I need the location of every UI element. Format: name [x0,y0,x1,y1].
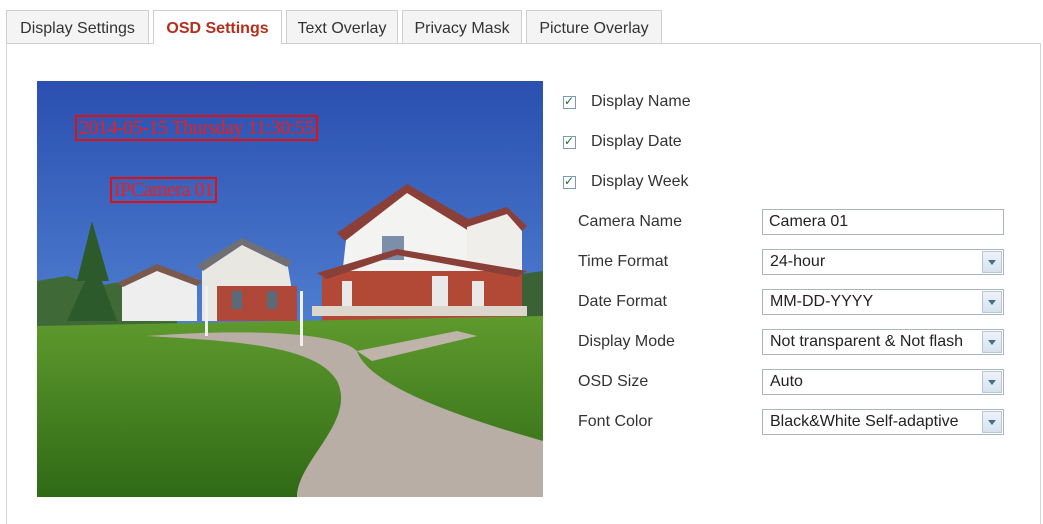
tab-display-settings[interactable]: Display Settings [6,10,149,43]
chevron-down-icon[interactable] [982,371,1002,393]
tab-divider [6,43,153,44]
display-name-option[interactable]: ✓ Display Name [563,91,691,113]
tab-text-overlay[interactable]: Text Overlay [286,10,398,43]
font-color-value: Black&White Self-adaptive [770,413,959,430]
chevron-down-icon[interactable] [982,331,1002,353]
time-format-select[interactable]: 24-hour [762,249,1004,275]
tab-bar: Display Settings OSD Settings Text Overl… [0,0,1043,44]
display-name-checkbox[interactable]: ✓ [563,93,576,109]
time-format-label: Time Format [578,253,669,270]
chevron-down-icon[interactable] [982,411,1002,433]
osd-camera-name-overlay[interactable]: IPCamera 01 [110,177,218,203]
content-frame-border [1040,43,1041,524]
display-name-label: Display Name [591,93,691,110]
preview-scene [37,81,543,497]
osd-size-select[interactable]: Auto [762,369,1004,395]
display-date-checkbox[interactable]: ✓ [563,133,576,149]
time-format-value: 24-hour [770,253,826,270]
osd-size-value: Auto [770,373,803,390]
chevron-down-icon[interactable] [982,251,1002,273]
tab-privacy-mask[interactable]: Privacy Mask [402,10,522,43]
display-mode-label: Display Mode [578,333,675,350]
display-week-label: Display Week [591,173,689,190]
font-color-select[interactable]: Black&White Self-adaptive [762,409,1004,435]
camera-name-label: Camera Name [578,213,683,230]
osd-datetime-overlay[interactable]: 2014-05-15 Thursday 11:30:55 [75,115,318,141]
date-format-value: MM-DD-YYYY [770,293,874,310]
osd-size-label: OSD Size [578,373,649,390]
display-date-label: Display Date [591,133,682,150]
date-format-label: Date Format [578,293,667,310]
chevron-down-icon[interactable] [982,291,1002,313]
camera-name-input[interactable] [762,209,1004,235]
checkmark-icon: ✓ [564,173,575,188]
checkmark-icon: ✓ [564,93,575,108]
tab-divider [282,43,1041,44]
video-preview: 2014-05-15 Thursday 11:30:55 IPCamera 01 [37,81,543,497]
checkmark-icon: ✓ [564,133,575,148]
date-format-select[interactable]: MM-DD-YYYY [762,289,1004,315]
font-color-label: Font Color [578,413,653,430]
display-week-checkbox[interactable]: ✓ [563,173,576,189]
tab-osd-settings[interactable]: OSD Settings [153,10,282,44]
display-mode-select[interactable]: Not transparent & Not flash [762,329,1004,355]
display-date-option[interactable]: ✓ Display Date [563,131,682,153]
display-week-option[interactable]: ✓ Display Week [563,171,689,193]
tab-picture-overlay[interactable]: Picture Overlay [526,10,662,43]
display-mode-value: Not transparent & Not flash [770,333,963,350]
content-frame-border [6,43,7,524]
